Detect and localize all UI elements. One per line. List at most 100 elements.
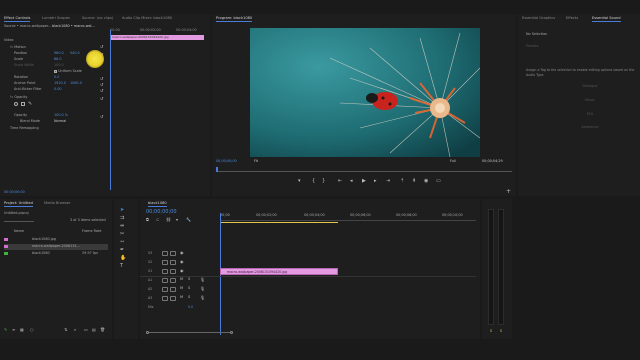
razor-tool-icon[interactable]: ✂ xyxy=(120,231,124,237)
solo-icon[interactable]: S xyxy=(188,277,190,281)
position-x-value[interactable]: 960.0 xyxy=(54,51,64,55)
tab-program[interactable]: Program: black1080 xyxy=(216,16,253,22)
timeline-ruler[interactable]: 00;00 00;00;02;00 00;00;04;00 00;00;06;0… xyxy=(220,213,476,221)
mute-icon[interactable]: M xyxy=(180,286,183,290)
meter-solo-left[interactable]: S xyxy=(490,329,492,335)
list-item[interactable]: black1080 29.97 fps xyxy=(4,251,108,257)
add-marker-icon[interactable]: ▾ xyxy=(176,217,178,222)
clip-selector[interactable]: Source • macro-wallpaper... xyxy=(4,24,51,30)
track-select-icon[interactable]: ⇉ xyxy=(120,215,124,221)
tab-lumetri-scopes[interactable]: Lumetri Scopes xyxy=(42,16,70,20)
icon-view-icon[interactable]: ▦ xyxy=(20,327,24,332)
timeline-timecode[interactable]: 00;00;00;00 xyxy=(146,209,177,215)
dialogue-button[interactable]: Dialogue xyxy=(560,84,620,88)
uniform-scale-checkbox[interactable] xyxy=(54,69,57,73)
timeline-scrollbar[interactable] xyxy=(146,331,476,334)
list-item[interactable]: macro-wallpaper-2006131... xyxy=(4,244,108,250)
solo-icon[interactable]: S xyxy=(188,295,190,299)
fx-opacity[interactable]: fx Opacity xyxy=(10,95,27,101)
tab-source[interactable]: Source: (no clips) xyxy=(82,16,113,20)
scroll-handle-right[interactable] xyxy=(230,331,233,334)
reset-icon[interactable]: ↺ xyxy=(100,114,103,119)
fit-select[interactable]: Fit xyxy=(254,159,258,165)
solo-icon[interactable]: S xyxy=(188,286,190,290)
delete-icon[interactable]: 🗑 xyxy=(100,327,105,332)
new-item-icon[interactable]: ▤ xyxy=(92,327,96,332)
track-lock-icon[interactable] xyxy=(162,251,168,256)
work-area-bar[interactable] xyxy=(220,222,338,223)
step-forward-icon[interactable]: ▸ xyxy=(374,178,377,184)
track-a2[interactable]: A2 xyxy=(148,287,152,291)
tab-audio-clip-mixer[interactable]: Audio Clip Mixer: black1080 xyxy=(122,16,172,20)
blend-mode-select[interactable]: Normal xyxy=(54,119,66,123)
microphone-icon[interactable]: 🎙 xyxy=(200,295,205,300)
step-back-icon[interactable]: ◂ xyxy=(350,178,353,184)
ec-timecode[interactable]: 00:00:00:00 xyxy=(4,190,25,196)
track-sync-icon[interactable] xyxy=(170,260,176,265)
list-item[interactable]: black1080.jpg xyxy=(4,237,108,243)
lift-icon[interactable]: ⇡ xyxy=(400,178,404,184)
rect-mask-icon[interactable] xyxy=(21,102,25,106)
opacity-value[interactable]: 100.0 % xyxy=(54,113,68,117)
tab-effects[interactable]: Effects xyxy=(566,16,578,20)
zoom-slider[interactable]: ○ xyxy=(30,327,34,332)
comparison-view-icon[interactable]: ▭ xyxy=(436,178,441,184)
mark-in-icon[interactable]: { xyxy=(312,178,315,184)
track-lock-icon[interactable] xyxy=(162,278,168,283)
reset-icon[interactable]: ↺ xyxy=(100,88,103,93)
snap-icon[interactable]: ⊂ xyxy=(156,217,159,222)
program-playhead[interactable] xyxy=(216,167,218,172)
track-v3[interactable]: V3 xyxy=(148,251,152,255)
track-lock-icon[interactable] xyxy=(162,260,168,265)
reset-icon[interactable]: ↺ xyxy=(100,82,103,87)
antiflicker-value[interactable]: 0.00 xyxy=(54,87,62,91)
ec-playhead[interactable] xyxy=(110,30,111,190)
track-a1[interactable]: A1 xyxy=(148,278,152,282)
linked-selection-icon[interactable]: ⛓ xyxy=(166,217,171,222)
sfx-button[interactable]: SFX xyxy=(560,112,620,116)
track-sync-icon[interactable] xyxy=(170,287,176,292)
slip-tool-icon[interactable]: ⇿ xyxy=(120,239,124,245)
music-button[interactable]: Music xyxy=(560,98,620,102)
reset-icon[interactable]: ↺ xyxy=(100,44,103,49)
pencil-icon[interactable]: ✎ xyxy=(4,327,7,332)
eye-icon[interactable]: ◉ xyxy=(180,250,184,255)
mute-icon[interactable]: M xyxy=(180,295,183,299)
position-y-value[interactable]: 540.0 xyxy=(70,51,80,55)
ellipse-mask-icon[interactable] xyxy=(14,102,18,106)
tab-media-browser[interactable]: Media Browser xyxy=(44,201,71,205)
tab-project[interactable]: Project: Untitled xyxy=(4,201,33,207)
time-remap-row[interactable]: Time Remapping xyxy=(10,126,39,132)
mix-value[interactable]: 0.0 xyxy=(188,305,193,309)
settings-icon[interactable]: 🔧 xyxy=(186,217,191,222)
mark-out-icon[interactable]: } xyxy=(322,178,325,184)
track-lock-icon[interactable] xyxy=(162,296,168,301)
track-lock-icon[interactable] xyxy=(162,287,168,292)
track-sync-icon[interactable] xyxy=(170,278,176,283)
search-icon[interactable]: ⌕ xyxy=(74,327,76,332)
list-view-icon[interactable]: ≡ xyxy=(12,327,15,332)
eye-icon[interactable]: ◉ xyxy=(180,268,184,273)
type-tool-icon[interactable]: T xyxy=(120,263,123,269)
track-sync-icon[interactable] xyxy=(170,269,176,274)
marker-icon[interactable]: ▾ xyxy=(298,178,301,184)
ambience-button[interactable]: Ambience xyxy=(560,125,620,129)
program-timecode[interactable]: 00;00;00;00 xyxy=(216,159,237,165)
new-bin-icon[interactable]: ▭ xyxy=(84,327,88,332)
tab-sequence[interactable]: black1080 xyxy=(148,201,167,207)
microphone-icon[interactable]: 🎙 xyxy=(200,277,205,282)
sort-icon[interactable]: ⇅ xyxy=(64,327,67,332)
tab-essential-sound[interactable]: Essential Sound xyxy=(592,16,621,22)
quality-select[interactable]: Full xyxy=(450,159,456,165)
anchor-y-value[interactable]: 1080.0 xyxy=(70,81,82,85)
sequence-clip-selector[interactable]: black1080 • macro-wal... xyxy=(52,24,95,30)
eye-icon[interactable]: ◉ xyxy=(180,259,184,264)
reset-icon[interactable]: ↺ xyxy=(100,76,103,81)
pen-mask-icon[interactable]: ✎ xyxy=(28,101,32,107)
meter-solo-right[interactable]: S xyxy=(500,329,502,335)
microphone-icon[interactable]: 🎙 xyxy=(200,286,205,291)
go-to-in-icon[interactable]: ⇤ xyxy=(338,178,342,184)
play-icon[interactable]: ▶ xyxy=(362,178,366,184)
program-scrubber[interactable] xyxy=(216,167,512,172)
project-search[interactable] xyxy=(4,218,34,222)
